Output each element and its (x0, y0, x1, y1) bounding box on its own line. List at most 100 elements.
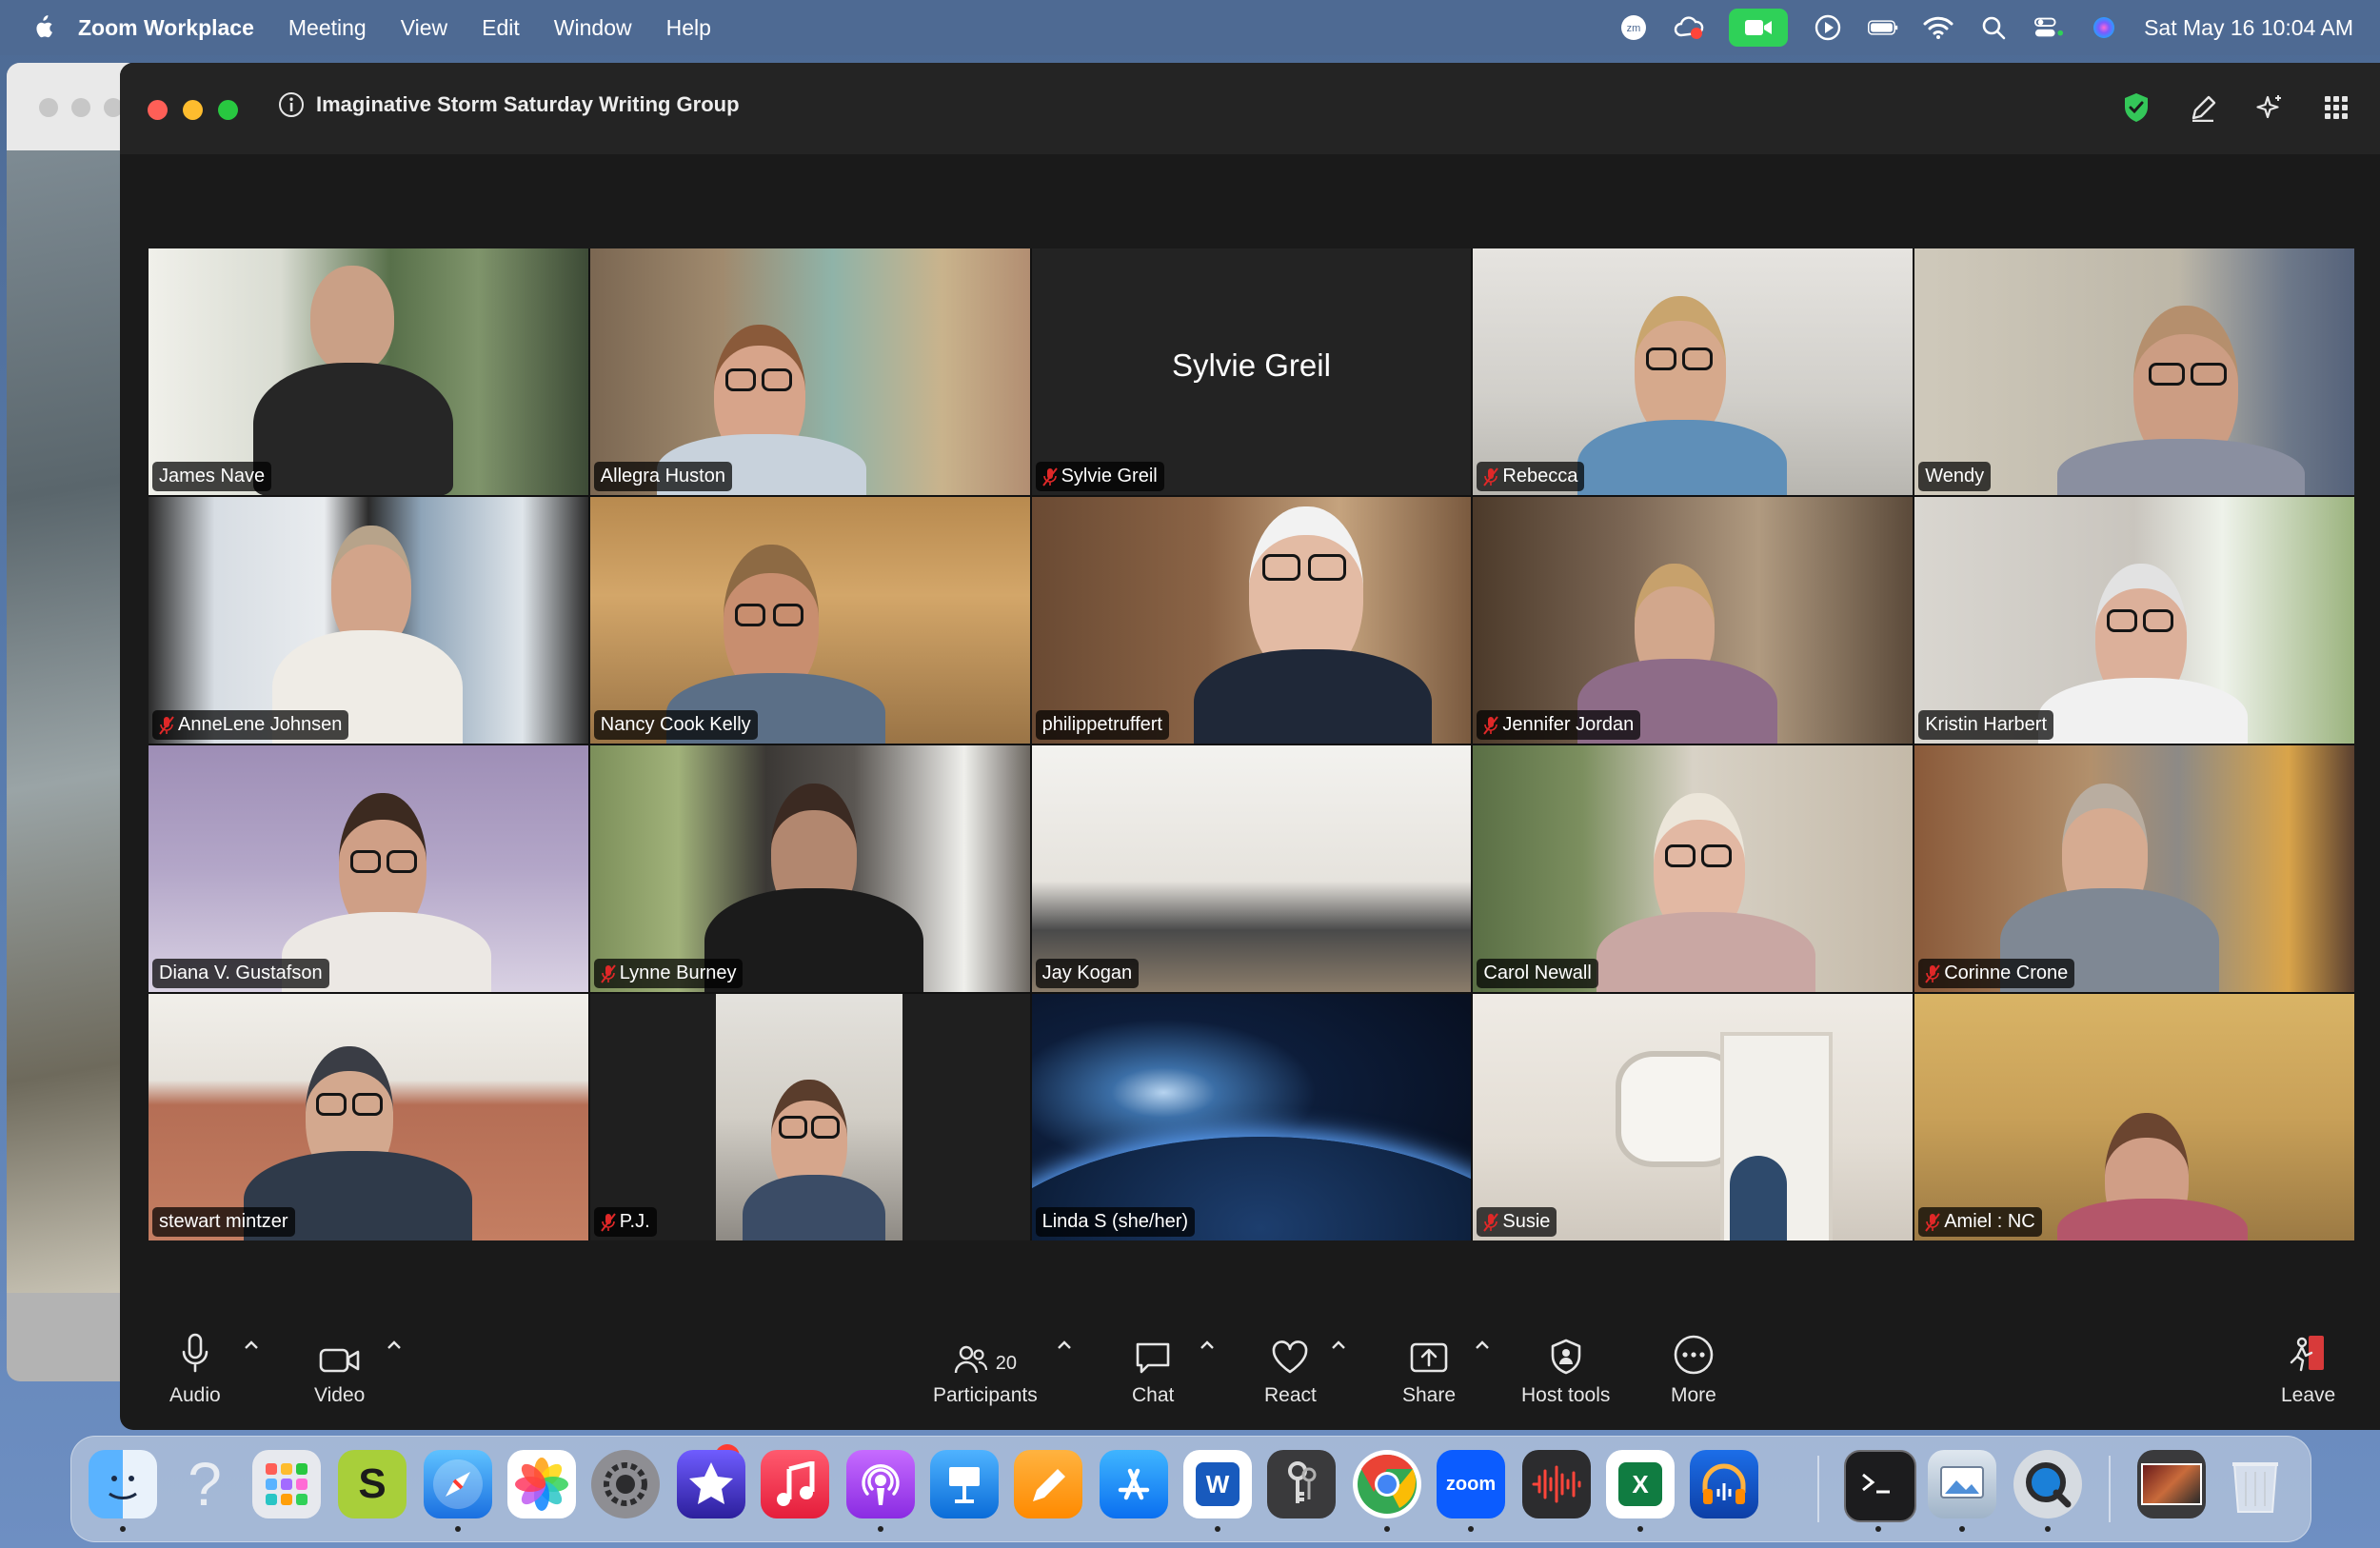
siri-icon[interactable] (2089, 14, 2119, 41)
chat-options-chevron-icon[interactable] (1198, 1339, 1217, 1352)
video-on-indicator-icon[interactable] (1729, 9, 1789, 47)
recording-cloud-icon[interactable] (1674, 14, 1704, 41)
video-tile[interactable]: Linda S (she/her) (1031, 994, 1472, 1240)
dock-pages[interactable] (1014, 1450, 1082, 1518)
video-tile[interactable]: AnneLene Johnsen (149, 497, 588, 744)
play-circle-icon[interactable] (1813, 14, 1843, 41)
dock-terminal[interactable] (1844, 1450, 1916, 1522)
video-tile[interactable]: Nancy Cook Kelly (589, 497, 1030, 744)
dock-microsoft-excel[interactable]: X (1606, 1450, 1675, 1518)
app-store-a-icon (1118, 1468, 1150, 1500)
dock-google-chrome[interactable] (1353, 1450, 1421, 1518)
video-label: Video (314, 1384, 366, 1406)
dock-audacity[interactable] (1690, 1450, 1758, 1518)
video-tile[interactable]: Susie (1473, 994, 1914, 1240)
video-tile[interactable]: Amiel : NC (1914, 994, 2354, 1240)
dock-preview[interactable] (1928, 1450, 1996, 1518)
menu-view[interactable]: View (401, 15, 447, 41)
participants-button[interactable]: 20 Participants (933, 1329, 1038, 1407)
participant-name-tag: Lynne Burney (593, 959, 744, 988)
window-fullscreen-button[interactable] (218, 100, 238, 120)
dock-music[interactable] (761, 1450, 829, 1518)
dock-app-store[interactable] (1100, 1450, 1168, 1518)
chat-button[interactable]: Chat (1132, 1329, 1174, 1407)
wifi-icon[interactable] (1923, 14, 1954, 41)
window-close-button[interactable] (148, 100, 168, 120)
battery-icon[interactable] (1868, 14, 1898, 41)
muted-mic-icon (1925, 1212, 1940, 1232)
dock-launchpad[interactable] (252, 1450, 321, 1518)
meeting-info[interactable]: Imaginative Storm Saturday Writing Group (278, 91, 740, 118)
video-button[interactable]: Video (314, 1329, 365, 1407)
waveform-icon (1532, 1465, 1581, 1503)
more-button[interactable]: More (1671, 1329, 1716, 1407)
menu-window[interactable]: Window (554, 15, 632, 41)
video-tile[interactable]: Jay Kogan (1031, 745, 1472, 992)
video-tile[interactable]: P.J. (589, 994, 1030, 1240)
react-button[interactable]: React (1264, 1329, 1317, 1407)
zoom-status-icon[interactable]: zm (1618, 14, 1649, 41)
dock-imovie[interactable] (677, 1450, 745, 1518)
dock-system-settings[interactable] (591, 1450, 660, 1518)
preview-photos-icon (1940, 1466, 1984, 1498)
annotate-pencil-icon[interactable] (2188, 91, 2218, 124)
video-options-chevron-icon[interactable] (385, 1339, 404, 1352)
spotlight-search-icon[interactable] (1978, 14, 2009, 41)
participants-icon (954, 1345, 987, 1374)
dock-finder[interactable] (89, 1450, 157, 1518)
video-tile[interactable]: Carol Newall (1473, 745, 1914, 992)
share-button[interactable]: Share (1402, 1329, 1456, 1407)
dock-recent-document[interactable] (2137, 1450, 2206, 1518)
window-minimize-button[interactable] (183, 100, 203, 120)
audio-options-chevron-icon[interactable] (242, 1339, 261, 1352)
video-tile[interactable]: Diana V. Gustafson (149, 745, 588, 992)
participant-name-tag: Susie (1477, 1207, 1557, 1237)
dock-photos[interactable] (507, 1450, 576, 1518)
share-options-chevron-icon[interactable] (1473, 1339, 1492, 1352)
app-menu-zoom[interactable]: Zoom Workplace (78, 15, 254, 41)
dock-help-question-icon[interactable]: ? (170, 1450, 239, 1518)
dock-keychain-access[interactable] (1267, 1450, 1336, 1518)
video-tile[interactable]: James Nave (149, 248, 588, 495)
participants-options-chevron-icon[interactable] (1055, 1339, 1074, 1352)
audio-button[interactable]: Audio (169, 1329, 221, 1407)
control-center-icon[interactable] (2033, 14, 2064, 41)
dock-podcasts[interactable] (846, 1450, 915, 1518)
participant-name-tag: Jay Kogan (1035, 959, 1140, 988)
react-options-chevron-icon[interactable] (1329, 1339, 1348, 1352)
video-tile[interactable]: Rebecca (1473, 248, 1914, 495)
apps-grid-icon[interactable] (2321, 91, 2351, 124)
menu-edit[interactable]: Edit (482, 15, 520, 41)
host-tools-button[interactable]: Host tools (1521, 1329, 1610, 1407)
video-tile[interactable]: Allegra Huston (589, 248, 1030, 495)
video-tile[interactable]: Wendy (1914, 248, 2354, 495)
gear-icon (604, 1462, 647, 1506)
dock-trash[interactable] (2221, 1450, 2290, 1518)
video-tile[interactable]: philippetruffert (1031, 497, 1472, 744)
leave-button[interactable]: Leave (2281, 1329, 2335, 1407)
dock-scrivener-icon[interactable]: S (338, 1450, 407, 1518)
encryption-shield-icon[interactable] (2121, 91, 2152, 124)
video-tile[interactable]: stewart mintzer (149, 994, 588, 1240)
menu-clock[interactable]: Sat May 16 10:04 AM (2144, 15, 2353, 41)
participant-name-tag: Kristin Harbert (1918, 710, 2053, 740)
apple-icon[interactable] (32, 15, 53, 40)
menu-meeting[interactable]: Meeting (288, 15, 367, 41)
dock-voice-memos[interactable] (1522, 1450, 1591, 1518)
video-tile[interactable]: Corinne Crone (1914, 745, 2354, 992)
running-indicator (1215, 1526, 1220, 1532)
dock-quicktime[interactable] (2013, 1450, 2082, 1518)
dock-microsoft-word[interactable]: W (1183, 1450, 1252, 1518)
dock-safari[interactable] (424, 1450, 492, 1518)
ai-companion-sparkle-icon[interactable] (2254, 91, 2285, 124)
video-tile[interactable]: Sylvie Greil Sylvie Greil (1031, 248, 1472, 495)
dock-zoom[interactable]: zoom (1437, 1450, 1505, 1518)
video-tile[interactable]: Jennifer Jordan (1473, 497, 1914, 744)
participant-name-tag: Nancy Cook Kelly (593, 710, 758, 740)
dock-keynote[interactable] (930, 1450, 999, 1518)
info-icon[interactable] (278, 91, 305, 118)
video-tile[interactable]: Kristin Harbert (1914, 497, 2354, 744)
zoom-wordmark: zoom (1445, 1473, 1497, 1495)
video-tile[interactable]: Lynne Burney (589, 745, 1030, 992)
menu-help[interactable]: Help (666, 15, 711, 41)
